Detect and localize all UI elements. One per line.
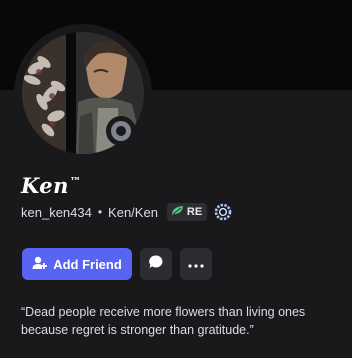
add-friend-button[interactable]: Add Friend (22, 248, 132, 280)
leaf-icon (171, 205, 184, 219)
display-name-suffix: ™ (69, 175, 82, 188)
profile-meta-row: ken_ken434 • Ken/Ken RE (21, 202, 232, 222)
ellipsis-icon (188, 255, 204, 273)
guild-tag[interactable]: RE (166, 203, 208, 221)
offline-status-icon (111, 121, 131, 141)
display-name-text: Ken (21, 173, 69, 198)
message-button[interactable] (140, 248, 172, 280)
profile-bio: “Dead people receive more flowers than l… (21, 303, 341, 339)
chat-bubble-icon (148, 254, 164, 275)
add-user-icon (32, 256, 48, 273)
gear-badge-icon[interactable] (214, 203, 232, 221)
display-name: Ken™ (21, 173, 81, 198)
bio-line: “Dead people receive more flowers than l… (21, 305, 306, 319)
bio-line: because regret is stronger than gratitud… (21, 323, 254, 337)
pronouns: Ken/Ken (108, 204, 158, 220)
add-friend-label: Add Friend (53, 256, 122, 272)
guild-tag-label: RE (186, 206, 203, 218)
username[interactable]: ken_ken434 (21, 205, 92, 220)
more-options-button[interactable] (180, 248, 212, 280)
separator-dot: • (97, 205, 103, 219)
